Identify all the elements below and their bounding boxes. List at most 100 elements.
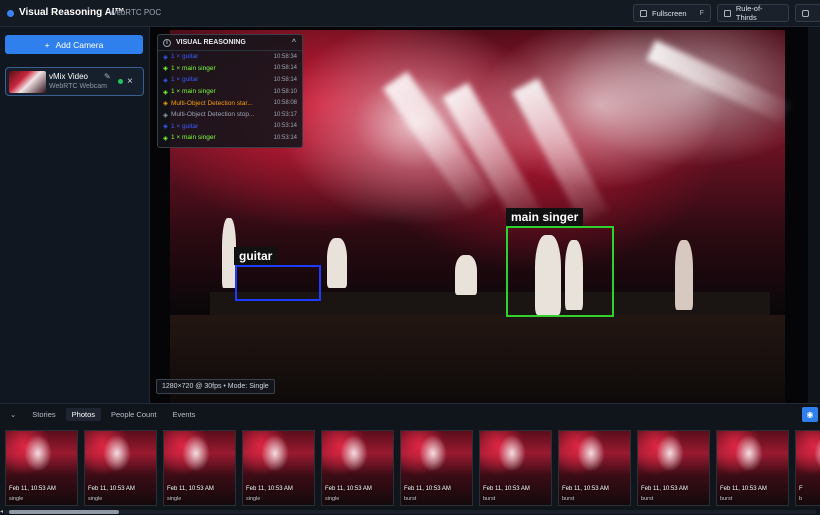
- detection-icon: ◈: [163, 134, 168, 142]
- photo-thumbnail[interactable]: Feb 11, 10:53 AM burst: [479, 430, 552, 506]
- online-status-dot: [118, 79, 123, 84]
- chevron-up-icon[interactable]: ^: [292, 39, 296, 46]
- photo-kind: burst: [483, 496, 496, 502]
- resolution-badge: 1280×720 @ 30fps • Mode: Single: [156, 379, 275, 394]
- performer: [455, 255, 477, 295]
- photo-timestamp: Feb 11, 10:53 AM: [325, 486, 372, 492]
- guitar-detection-label: guitar: [234, 247, 278, 265]
- photo-timestamp: Feb 11, 10:53 AM: [483, 486, 530, 492]
- top-bar: Visual Reasoning AI™ WebRTC POC Fullscre…: [0, 0, 820, 27]
- chat-button[interactable]: [795, 4, 820, 22]
- log-entry: ◈ Multi-Object Detection stop... 10:53:17: [158, 109, 302, 121]
- photo-thumbnail[interactable]: Feb 11, 10:53 AM single: [163, 430, 236, 506]
- tab-stories[interactable]: Stories: [26, 408, 61, 421]
- grid-icon: [724, 9, 731, 17]
- visual-reasoning-panel: i VISUAL REASONING ^ ◈ 1 × guitar 10:58:34…: [157, 34, 303, 148]
- detection-icon: ◈: [163, 76, 168, 84]
- log-entry: ◈ 1 × main singer 10:58:10: [158, 86, 302, 98]
- photo-thumbnail[interactable]: Feb 11, 10:53 AM single: [321, 430, 394, 506]
- log-entry-text: Multi-Object Detection star...: [171, 99, 253, 107]
- photo-kind: single: [88, 496, 103, 502]
- log-entry: ◈ 1 × main singer 10:53:14: [158, 132, 302, 144]
- rule-of-thirds-label: Rule-of-Thirds: [735, 4, 763, 22]
- photo-timestamp: Feb 11, 10:53 AM: [404, 486, 451, 492]
- log-entry-time: 10:58:10: [273, 88, 297, 95]
- visual-reasoning-header[interactable]: i VISUAL REASONING ^: [158, 35, 302, 51]
- close-icon[interactable]: ×: [127, 76, 133, 87]
- photo-strip: Feb 11, 10:53 AM single Feb 11, 10:53 AM si…: [0, 430, 820, 508]
- detection-icon: ◈: [163, 53, 168, 61]
- visual-reasoning-title: VISUAL REASONING: [176, 39, 246, 46]
- log-entry-time: 10:58:14: [273, 76, 297, 83]
- visual-reasoning-log: ◈ 1 × guitar 10:58:34 ◈ 1 × main singer 10:58…: [158, 51, 302, 144]
- fullscreen-shortcut: F: [699, 9, 704, 17]
- log-entry-text: 1 × guitar: [171, 76, 199, 84]
- photo-kind: burst: [641, 496, 654, 502]
- edit-icon[interactable]: ✎: [104, 72, 111, 81]
- photo-thumbnail[interactable]: Fb: [795, 430, 820, 506]
- spotlight-beam: [646, 40, 792, 124]
- log-entry: ◈ 1 × main singer 10:58:14: [158, 63, 302, 75]
- photo-timestamp: Feb 11, 10:53 AM: [246, 486, 293, 492]
- plus-icon: +: [44, 39, 50, 50]
- scrollbar-thumb[interactable]: [9, 510, 119, 514]
- log-entry: ◈ 1 × guitar 10:53:14: [158, 121, 302, 133]
- log-entry: ◈ 1 × guitar 10:58:34: [158, 51, 302, 63]
- log-entry-text: 1 × main singer: [171, 88, 216, 96]
- log-entry-time: 10:53:17: [273, 111, 297, 118]
- photo-thumbnail[interactable]: Feb 11, 10:53 AM single: [5, 430, 78, 506]
- add-camera-button[interactable]: + Add Camera: [5, 35, 143, 54]
- tab-events[interactable]: Events: [166, 408, 201, 421]
- log-entry-text: 1 × main singer: [171, 64, 216, 72]
- camera-sidebar: + Add Camera vMix Video WebRTC Webcam ✎ …: [0, 27, 150, 404]
- fullscreen-icon: [640, 9, 647, 17]
- log-entry-text: 1 × guitar: [171, 53, 199, 61]
- detection-icon: ◈: [163, 88, 168, 96]
- photo-timestamp: Feb 11, 10:53 AM: [720, 486, 767, 492]
- log-entry-time: 10:53:14: [273, 123, 297, 130]
- photo-kind: b: [799, 496, 803, 502]
- photo-thumbnail[interactable]: Feb 11, 10:53 AM burst: [637, 430, 710, 506]
- rule-of-thirds-button[interactable]: Rule-of-Thirds: [717, 4, 789, 22]
- collapse-chevron-icon[interactable]: ⌄: [4, 408, 22, 421]
- photo-timestamp: Feb 11, 10:53 AM: [9, 486, 56, 492]
- detection-icon: ◈: [163, 65, 168, 73]
- photo-kind: burst: [562, 496, 575, 502]
- photo-thumbnail[interactable]: Feb 11, 10:53 AM burst: [558, 430, 631, 506]
- photo-thumbnail[interactable]: Feb 11, 10:53 AM burst: [400, 430, 473, 506]
- app-subtitle: WebRTC POC: [109, 8, 162, 17]
- detection-icon: ◈: [163, 100, 168, 108]
- tab-photos[interactable]: Photos: [65, 407, 101, 421]
- guitar-detection-box: [235, 265, 321, 301]
- log-entry: ◈ Multi-Object Detection star... 10:58:08: [158, 97, 302, 109]
- photo-kind: single: [167, 496, 182, 502]
- log-entry-text: 1 × guitar: [171, 122, 199, 130]
- camera-card[interactable]: vMix Video WebRTC Webcam ✎ ×: [5, 67, 144, 96]
- photo-thumbnail[interactable]: Feb 11, 10:53 AM single: [84, 430, 157, 506]
- photo-timestamp: Feb 11, 10:53 AM: [88, 486, 135, 492]
- performer: [675, 240, 693, 310]
- info-icon: i: [163, 38, 171, 47]
- main-singer-detection-box: [506, 226, 614, 317]
- log-entry-time: 10:58:34: [273, 53, 297, 60]
- performer: [327, 238, 347, 288]
- camera-icon: ◉: [806, 410, 814, 419]
- photo-kind: single: [9, 496, 24, 502]
- detection-icon: ◈: [163, 111, 168, 119]
- fullscreen-label: Fullscreen: [652, 8, 687, 18]
- photo-thumbnail[interactable]: Feb 11, 10:53 AM single: [242, 430, 315, 506]
- bottom-panel: ⌄ Stories Photos People Count Events ◉ F…: [0, 403, 820, 515]
- main-singer-detection-label: main singer: [506, 208, 584, 226]
- photo-thumbnail[interactable]: Feb 11, 10:53 AM burst: [716, 430, 789, 506]
- photo-kind: single: [246, 496, 261, 502]
- log-entry-text: Multi-Object Detection stop...: [171, 111, 255, 119]
- log-entry-time: 10:53:14: [273, 134, 297, 141]
- horizontal-scrollbar[interactable]: [4, 510, 816, 514]
- photo-timestamp: Feb 11, 10:53 AM: [562, 486, 609, 492]
- detection-icon: ◈: [163, 123, 168, 131]
- camera-title: vMix Video: [49, 72, 88, 81]
- tab-people-count[interactable]: People Count: [105, 408, 162, 421]
- photo-timestamp: F: [799, 486, 803, 492]
- camera-capture-button[interactable]: ◉: [802, 407, 818, 422]
- fullscreen-button[interactable]: Fullscreen F: [633, 4, 711, 22]
